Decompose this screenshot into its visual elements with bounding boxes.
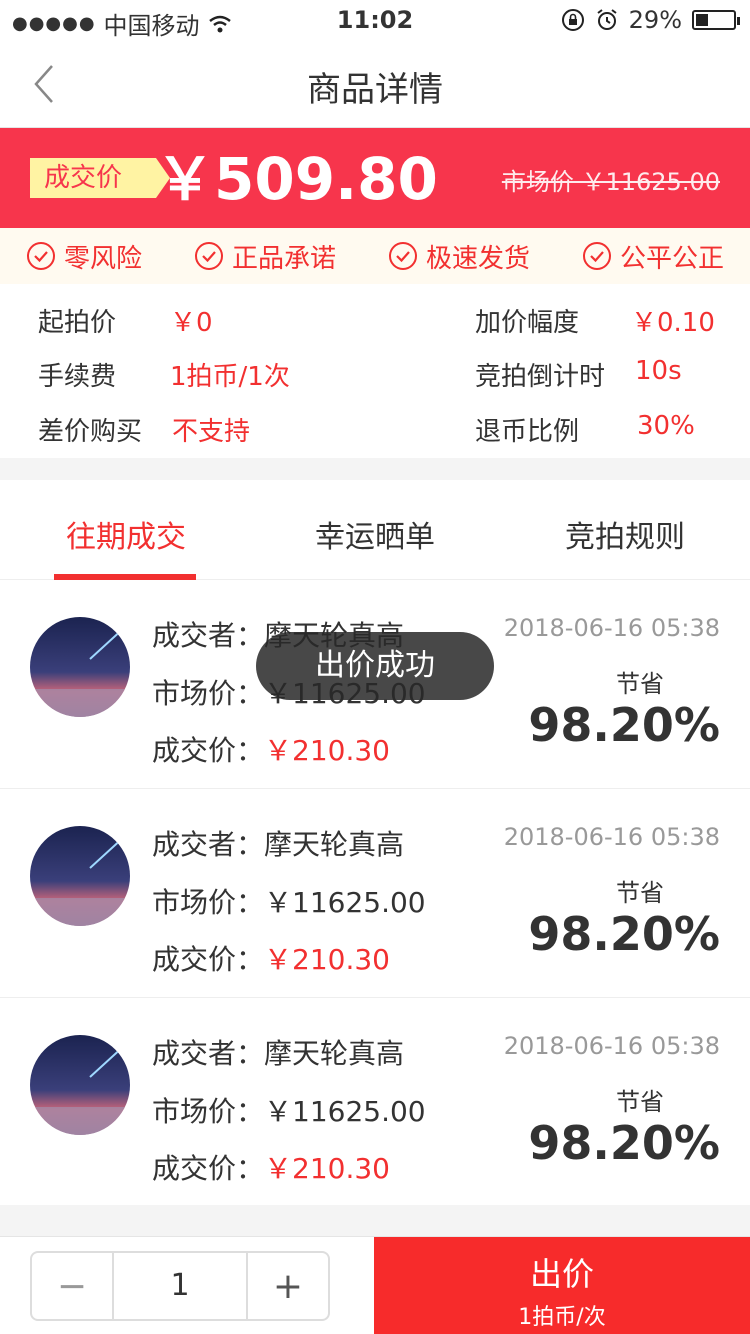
deal-price: ￥509.80 — [156, 145, 438, 213]
buyer-label: 成交者： — [152, 828, 265, 861]
quantity-input[interactable]: 1 — [112, 1253, 248, 1319]
buyer-label: 成交者： — [152, 619, 265, 652]
deal-record[interactable]: 成交者：摩天轮真高 市场价：￥11625.00 成交价：￥210.30 2018… — [0, 789, 750, 998]
guarantee-label: 公平公正 — [619, 243, 724, 274]
status-right: 29% — [561, 6, 740, 34]
tab-bar: 往期成交 幸运晒单 竞拍规则 — [0, 480, 750, 580]
guarantee-item: 极速发货 — [388, 238, 530, 275]
bid-button-label: 出价 — [529, 1255, 594, 1293]
save-label: 节省 — [616, 879, 664, 907]
param-value: 30% — [637, 411, 695, 441]
param-increment: 加价幅度 ￥0.10 — [475, 302, 715, 339]
deal-time: 2018-06-16 05:38 — [503, 823, 720, 851]
param-start-price: 起拍价 ￥0 — [38, 302, 213, 339]
param-key: 起拍价 — [38, 308, 117, 338]
param-key: 手续费 — [38, 362, 117, 392]
save-percent: 98.20% — [528, 698, 720, 752]
guarantee-item: 正品承诺 — [194, 238, 336, 275]
check-circle-icon — [26, 242, 55, 270]
guarantee-bar: 零风险 正品承诺 极速发货 公平公正 — [0, 228, 750, 284]
guarantee-label: 极速发货 — [425, 243, 530, 274]
deal-price-tag: 成交价 — [30, 158, 170, 198]
param-key: 退币比例 — [475, 417, 580, 447]
guarantee-item: 公平公正 — [582, 238, 724, 275]
param-value: ￥0.10 — [631, 308, 715, 338]
minus-button[interactable]: − — [32, 1253, 112, 1319]
deal-value: ￥210.30 — [264, 943, 390, 976]
battery-percent: 29% — [628, 6, 682, 34]
guarantee-item: 零风险 — [26, 238, 142, 275]
save-label: 节省 — [616, 670, 664, 698]
market-label: 市场价： — [152, 1095, 265, 1128]
buyer-line: 成交者：摩天轮真高 — [152, 1032, 404, 1072]
bottom-bar: − 1 + 出价 1拍币/次 — [0, 1236, 750, 1334]
param-value: ￥0 — [170, 308, 213, 338]
deal-line: 成交价：￥210.30 — [152, 1147, 390, 1187]
check-circle-icon — [388, 242, 417, 270]
tab-lucky-share[interactable]: 幸运晒单 — [315, 512, 435, 556]
market-price: 市场价 ￥11625.00 — [501, 168, 720, 196]
market-label: 市场价： — [152, 677, 265, 710]
param-value: 10s — [635, 356, 682, 386]
deal-time: 2018-06-16 05:38 — [503, 614, 720, 642]
save-label: 节省 — [616, 1088, 664, 1116]
deal-time: 2018-06-16 05:38 — [503, 1032, 720, 1060]
market-label: 市场价： — [152, 886, 265, 919]
deal-line: 成交价：￥210.30 — [152, 938, 390, 978]
bid-button-sub: 1拍币/次 — [518, 1305, 606, 1330]
param-key: 加价幅度 — [475, 308, 580, 338]
avatar — [30, 617, 130, 717]
check-circle-icon — [194, 242, 223, 270]
guarantee-label: 零风险 — [63, 243, 142, 274]
deal-record[interactable]: 成交者：摩天轮真高 市场价：￥11625.00 成交价：￥210.30 2018… — [0, 998, 750, 1207]
nav-bar: 商品详情 — [0, 40, 750, 128]
buyer-label: 成交者： — [152, 1037, 265, 1070]
guarantee-label: 正品承诺 — [231, 243, 336, 274]
avatar — [30, 826, 130, 926]
quantity-stepper: − 1 + — [30, 1251, 330, 1321]
param-fee: 手续费 1拍币/1次 — [38, 356, 290, 393]
param-key: 竞拍倒计时 — [475, 362, 606, 392]
deal-label: 成交价： — [152, 734, 265, 767]
auction-params: 起拍价 ￥0 加价幅度 ￥0.10 手续费 1拍币/1次 竞拍倒计时 10s 差… — [0, 284, 750, 458]
market-line: 市场价：￥11625.00 — [152, 881, 426, 921]
param-key: 差价购买 — [38, 417, 143, 447]
toast-message: 出价成功 — [256, 632, 494, 700]
param-countdown: 竞拍倒计时 10s — [475, 356, 682, 393]
market-line: 市场价：￥11625.00 — [152, 1090, 426, 1130]
avatar — [30, 1035, 130, 1135]
plus-button[interactable]: + — [248, 1253, 328, 1319]
deal-value: ￥210.30 — [264, 1152, 390, 1185]
deal-label: 成交价： — [152, 943, 265, 976]
deal-label: 成交价： — [152, 1152, 265, 1185]
save-percent: 98.20% — [528, 907, 720, 961]
page-title: 商品详情 — [307, 70, 443, 110]
check-circle-icon — [582, 242, 611, 270]
param-value: 不支持 — [172, 417, 251, 447]
tab-auction-rules[interactable]: 竞拍规则 — [565, 512, 685, 556]
market-value: ￥11625.00 — [264, 886, 426, 919]
save-percent: 98.20% — [528, 1116, 720, 1170]
deal-line: 成交价：￥210.30 — [152, 729, 390, 769]
param-value: 1拍币/1次 — [170, 362, 290, 392]
market-value: ￥11625.00 — [264, 1095, 426, 1128]
alarm-icon — [597, 9, 617, 30]
history-panel: 往期成交 幸运晒单 竞拍规则 成交者：摩天轮真高 市场价：￥11625.00 成… — [0, 480, 750, 1205]
status-bar: ●●●●● 中国移动 11:02 29% — [0, 0, 750, 40]
price-banner: 成交价 ￥509.80 市场价 ￥11625.00 — [0, 128, 750, 228]
buyer-name: 摩天轮真高 — [264, 828, 405, 861]
bid-button[interactable]: 出价 1拍币/次 — [374, 1237, 750, 1334]
buyer-name: 摩天轮真高 — [264, 1037, 405, 1070]
param-diff-buy: 差价购买 不支持 — [38, 411, 250, 448]
rotation-lock-icon — [561, 9, 584, 31]
tab-past-deals[interactable]: 往期成交 — [66, 512, 186, 556]
deal-value: ￥210.30 — [264, 734, 390, 767]
param-refund: 退币比例 30% — [475, 411, 695, 448]
buyer-line: 成交者：摩天轮真高 — [152, 823, 404, 863]
battery-icon — [692, 10, 740, 30]
